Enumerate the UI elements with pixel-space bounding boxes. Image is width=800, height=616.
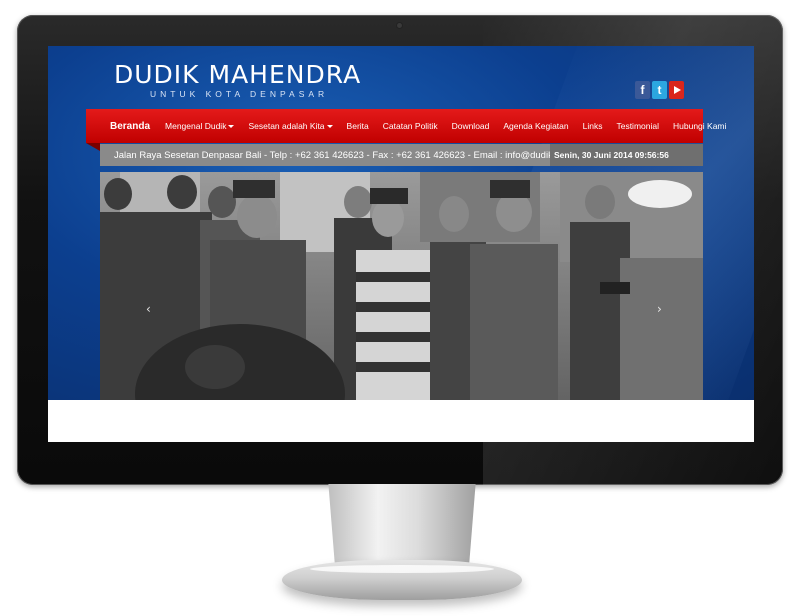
nav-item-hubungi-kami[interactable]: Hubungi Kami (666, 109, 733, 143)
nav-item-sesetan-adalah-kita[interactable]: Sesetan adalah Kita (241, 109, 339, 143)
nav-label: Links (582, 121, 603, 131)
monitor-screen: DUDIK MAHENDRA UNTUK KOTA DENPASAR f t B… (48, 46, 754, 442)
slider-next-icon[interactable]: › (657, 302, 662, 316)
nav-item-beranda[interactable]: Beranda (86, 109, 158, 143)
youtube-icon[interactable] (669, 81, 684, 99)
nav-item-links[interactable]: Links (576, 109, 610, 143)
caret-down-icon (228, 124, 235, 128)
nav-label: Hubungi Kami (673, 121, 727, 131)
nav-label: Download (451, 121, 490, 131)
nav-item-catatan-politik[interactable]: Catatan Politik (376, 109, 445, 143)
nav-label: Sesetan adalah Kita (248, 121, 325, 131)
nav-item-mengenal-dudik[interactable]: Mengenal Dudik (158, 109, 241, 143)
play-icon (673, 86, 681, 94)
nav-label: Beranda (110, 120, 151, 132)
site-title[interactable]: DUDIK MAHENDRA (114, 60, 361, 89)
current-datetime: Senin, 30 Juni 2014 09:56:56 (550, 144, 703, 166)
nav-label: Testimonial (616, 121, 659, 131)
facebook-glyph: f (640, 83, 645, 97)
slider-prev-icon[interactable]: ‹ (146, 302, 151, 316)
contact-address: Jalan Raya Sesetan Denpasar Bali - Telp … (114, 149, 550, 161)
content-area-start (48, 400, 754, 442)
facebook-icon[interactable]: f (635, 81, 650, 99)
nav-ribbon-fold (86, 143, 100, 151)
social-links: f t (635, 81, 684, 99)
caret-down-icon (326, 124, 333, 128)
monitor-stand-neck (328, 484, 476, 564)
nav-label: Agenda Kegiatan (503, 121, 569, 131)
nav-label: Berita (346, 121, 369, 131)
contact-info-bar: Jalan Raya Sesetan Denpasar Bali - Telp … (100, 144, 703, 166)
nav-item-berita[interactable]: Berita (340, 109, 376, 143)
nav-label: Catatan Politik (382, 121, 438, 131)
camera-icon (397, 23, 402, 28)
nav-item-testimonial[interactable]: Testimonial (609, 109, 666, 143)
nav-item-download[interactable]: Download (445, 109, 497, 143)
twitter-icon[interactable]: t (652, 81, 667, 99)
main-navigation: Beranda Mengenal Dudik Sesetan adalah Ki… (86, 109, 726, 143)
nav-item-agenda-kegiatan[interactable]: Agenda Kegiatan (496, 109, 575, 143)
nav-label: Mengenal Dudik (165, 121, 227, 131)
site-tagline: UNTUK KOTA DENPASAR (150, 89, 329, 99)
twitter-glyph: t (657, 83, 662, 97)
stand-highlight (310, 565, 494, 573)
